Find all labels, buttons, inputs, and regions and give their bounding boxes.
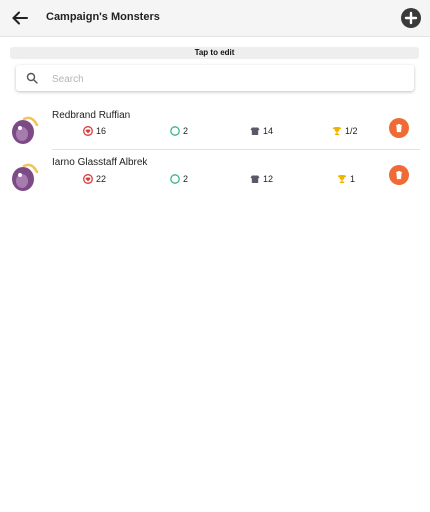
search-bar: [16, 65, 414, 91]
app-bar: Campaign's Monsters: [0, 0, 430, 37]
initiative-stat: 2: [170, 174, 188, 184]
initiative-stat: 2: [170, 126, 188, 136]
monster-name: Iarno Glasstaff Albrek: [52, 157, 148, 168]
hp-value: 22: [96, 174, 107, 184]
initiative-value: 2: [183, 126, 189, 136]
search-input[interactable]: [50, 69, 404, 89]
add-monster-button[interactable]: [400, 7, 422, 29]
armor-class-stat: 14: [250, 126, 273, 136]
tap-to-edit-hint: Tap to edit: [10, 47, 419, 59]
monster-avatar-icon: [12, 116, 39, 144]
monster-name: Redbrand Ruffian: [52, 110, 131, 121]
delete-button[interactable]: [389, 118, 409, 138]
row-divider: [52, 149, 420, 150]
challenge-rating-value: 1: [350, 174, 356, 184]
heart-icon: [83, 126, 93, 136]
search-icon: [26, 72, 38, 84]
hp-stat: 16: [83, 126, 106, 136]
heart-icon: [83, 174, 93, 184]
back-arrow-icon[interactable]: [10, 8, 30, 28]
monster-row[interactable]: Redbrand Ruffian 16 2 14 1/2: [0, 105, 430, 151]
hp-value: 16: [96, 126, 107, 136]
monster-row[interactable]: Iarno Glasstaff Albrek 22 2 12 1: [0, 152, 430, 198]
armor-class-value: 14: [263, 126, 274, 136]
trash-icon: [396, 124, 402, 133]
page-title: Campaign's Monsters: [46, 11, 160, 23]
trash-icon: [396, 171, 402, 180]
armor-icon: [250, 175, 260, 183]
delete-button[interactable]: [389, 165, 409, 185]
armor-class-stat: 12: [250, 174, 273, 184]
trophy-icon: [338, 175, 346, 183]
challenge-rating-value: 1/2: [345, 126, 358, 136]
armor-icon: [250, 127, 260, 135]
armor-class-value: 12: [263, 174, 274, 184]
challenge-rating-stat: 1: [337, 174, 355, 184]
trophy-icon: [333, 127, 341, 135]
initiative-ring-icon: [170, 126, 180, 136]
hp-stat: 22: [83, 174, 106, 184]
monster-avatar-icon: [12, 163, 39, 191]
challenge-rating-stat: 1/2: [332, 126, 358, 136]
initiative-ring-icon: [170, 174, 180, 184]
initiative-value: 2: [183, 174, 189, 184]
